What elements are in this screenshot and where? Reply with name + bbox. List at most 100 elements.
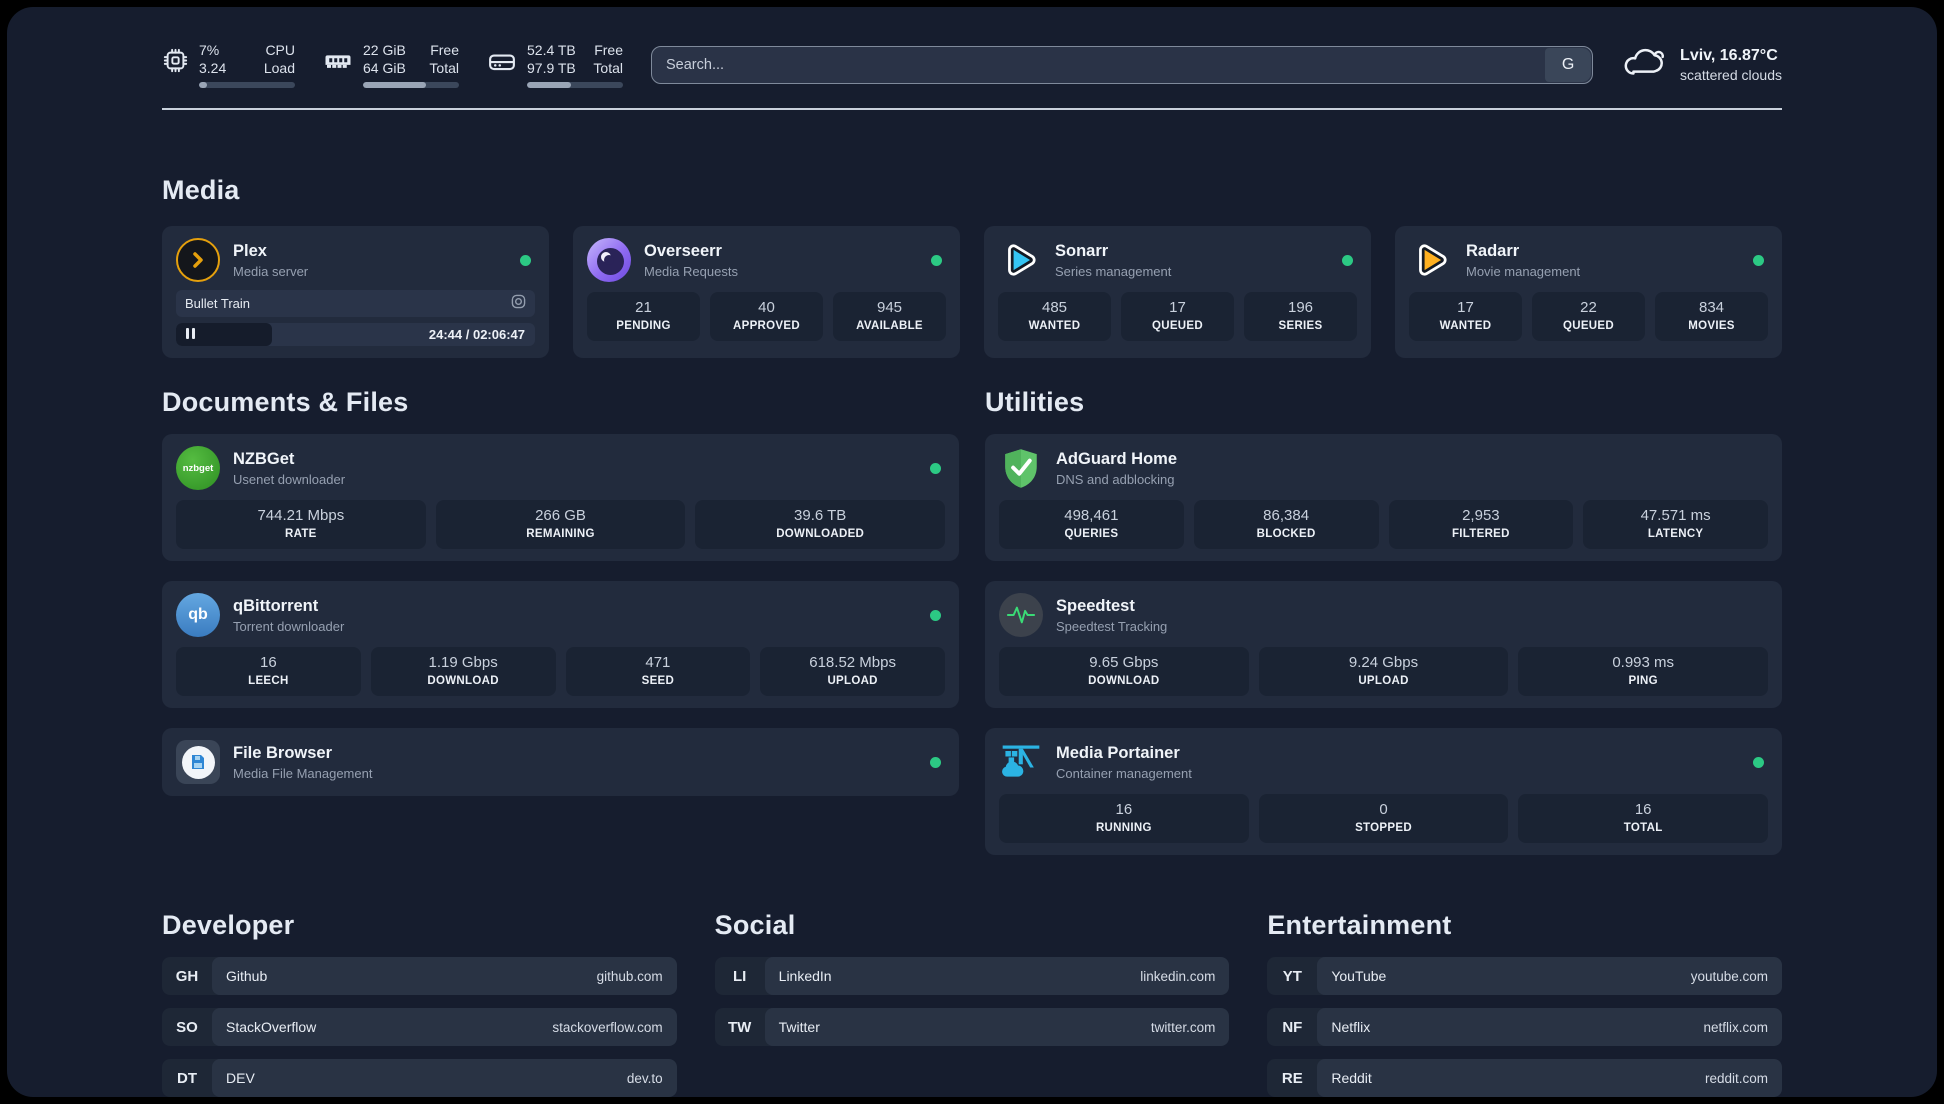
stat-queries: 498,461 QUERIES xyxy=(999,500,1184,549)
link-url: linkedin.com xyxy=(1140,968,1216,984)
header-divider xyxy=(162,108,1782,110)
app-card-speedtest[interactable]: Speedtest Speedtest Tracking 9.65 Gbps D… xyxy=(985,581,1782,708)
stat-latency: 47.571 ms LATENCY xyxy=(1583,500,1768,549)
disk-free-value: 52.4 TB xyxy=(527,42,576,58)
section-title-utilities: Utilities xyxy=(985,387,1085,417)
developer-column: Developer GH Github github.com SO StackO… xyxy=(162,909,677,1097)
section-title-social: Social xyxy=(714,910,796,940)
scattered-clouds-icon xyxy=(1621,45,1667,84)
app-name: qBittorrent xyxy=(233,596,319,615)
link-stackoverflow[interactable]: SO StackOverflow stackoverflow.com xyxy=(162,1008,677,1046)
ram-free-value: 22 GiB xyxy=(363,42,406,58)
stat-leech: 16 LEECH xyxy=(176,647,361,696)
app-card-radarr[interactable]: Radarr Movie management 17 WANTED 22 QUE… xyxy=(1395,226,1782,358)
top-bar: 7% CPU 3.24 Load 22 GiB Free 64 GiB Tota… xyxy=(162,41,1782,88)
portainer-icon xyxy=(999,740,1043,784)
pause-icon xyxy=(186,326,198,344)
status-dot xyxy=(930,756,941,768)
link-name: Github xyxy=(226,968,268,984)
link-reddit[interactable]: RE Reddit reddit.com xyxy=(1267,1059,1782,1097)
stat-approved: 40 APPROVED xyxy=(710,292,823,341)
app-name: Sonarr xyxy=(1055,241,1109,260)
link-name: Reddit xyxy=(1331,1070,1372,1086)
link-youtube[interactable]: YT YouTube youtube.com xyxy=(1267,957,1782,995)
stat-downloaded: 39.6 TB DOWNLOADED xyxy=(695,500,946,549)
disk-progress-bar xyxy=(527,82,623,88)
link-dev[interactable]: DT DEV dev.to xyxy=(162,1059,677,1097)
ram-progress-bar xyxy=(363,82,459,88)
weather-widget: Lviv, 16.87°C scattered clouds xyxy=(1621,45,1782,84)
ram-total-label: Total xyxy=(429,60,459,76)
media-grid: Plex Media server Bullet Train 24:44 / 0… xyxy=(162,226,1782,358)
app-name: AdGuard Home xyxy=(1056,449,1178,468)
ram-total-value: 64 GiB xyxy=(363,60,406,76)
link-url: stackoverflow.com xyxy=(552,1019,663,1035)
stat-blocked: 86,384 BLOCKED xyxy=(1193,500,1379,549)
ram-free-label: Free xyxy=(430,42,459,58)
link-url: youtube.com xyxy=(1690,968,1768,984)
utilities-column: Utilities AdGuard Home DNS and adblockin… xyxy=(985,386,1782,875)
stat-rate: 744.21 Mbps RATE xyxy=(176,500,426,549)
app-card-portainer[interactable]: Media Portainer Container management 16 … xyxy=(985,728,1782,855)
playback-time: 24:44 / 02:06:47 xyxy=(428,327,525,342)
status-dot xyxy=(931,254,942,266)
app-card-nzbget[interactable]: nzbget NZBGet Usenet downloader 744.21 M… xyxy=(162,434,959,561)
app-card-plex[interactable]: Plex Media server Bullet Train 24:44 / 0… xyxy=(162,226,549,358)
link-twitter[interactable]: TW Twitter twitter.com xyxy=(714,1008,1230,1046)
app-card-qbittorrent[interactable]: qb qBittorrent Torrent downloader 16 LEE… xyxy=(162,581,959,708)
stat-running: 16 RUNNING xyxy=(999,794,1249,843)
status-dot xyxy=(930,609,941,621)
status-dot xyxy=(930,462,941,474)
disk-icon xyxy=(487,47,517,77)
app-desc: Speedtest Tracking xyxy=(1056,618,1168,634)
stat-stopped: 0 STOPPED xyxy=(1258,794,1509,843)
qbittorrent-icon: qb xyxy=(176,593,220,637)
app-desc: Media server xyxy=(233,263,309,279)
search-provider-button[interactable]: G xyxy=(1545,47,1592,82)
status-dot xyxy=(1753,756,1764,768)
app-card-sonarr[interactable]: Sonarr Series management 485 WANTED 17 Q… xyxy=(984,226,1371,358)
link-url: twitter.com xyxy=(1150,1019,1216,1035)
now-playing-view-icon[interactable] xyxy=(511,294,526,314)
app-card-adguard[interactable]: AdGuard Home DNS and adblocking 498,461 … xyxy=(985,434,1782,561)
status-dot xyxy=(1342,254,1353,266)
nzbget-icon: nzbget xyxy=(176,446,220,490)
filebrowser-icon xyxy=(176,740,220,784)
app-card-overseerr[interactable]: Overseerr Media Requests 21 PENDING 40 A… xyxy=(573,226,960,358)
plex-now-playing: Bullet Train 24:44 / 02:06:47 xyxy=(176,290,535,346)
app-card-filebrowser[interactable]: File Browser Media File Management xyxy=(162,728,959,796)
app-desc: Media Requests xyxy=(644,263,738,279)
cpu-usage-value: 7% xyxy=(199,42,220,58)
plex-icon xyxy=(176,238,220,282)
link-netflix[interactable]: NF Netflix netflix.com xyxy=(1267,1008,1782,1046)
link-github[interactable]: GH Github github.com xyxy=(162,957,677,995)
app-name: File Browser xyxy=(233,743,333,762)
stat-download: 9.65 Gbps DOWNLOAD xyxy=(999,647,1249,696)
link-name: Twitter xyxy=(778,1019,820,1035)
entertainment-column: Entertainment YT YouTube youtube.com NF … xyxy=(1267,909,1782,1097)
search-input[interactable] xyxy=(651,45,1594,84)
link-name: StackOverflow xyxy=(226,1019,317,1035)
sonarr-icon xyxy=(998,238,1042,282)
radarr-icon xyxy=(1409,238,1453,282)
app-desc: Usenet downloader xyxy=(233,471,346,487)
cpu-load-label: Load xyxy=(263,60,295,76)
link-name: LinkedIn xyxy=(778,968,832,984)
stat-pending: 21 PENDING xyxy=(587,292,700,341)
section-title-documents: Documents & Files xyxy=(162,387,409,417)
link-linkedin[interactable]: LI LinkedIn linkedin.com xyxy=(714,957,1230,995)
documents-column: Documents & Files nzbget NZBGet Usenet d… xyxy=(162,386,959,875)
section-title-media: Media xyxy=(162,175,240,205)
stat-upload: 618.52 Mbps UPLOAD xyxy=(760,647,945,696)
cpu-progress-bar xyxy=(199,82,295,88)
link-url: dev.to xyxy=(626,1070,663,1086)
stat-series: 196 SERIES xyxy=(1244,292,1357,341)
stat-queued: 17 QUEUED xyxy=(1121,292,1234,341)
dashboard-page: 7% CPU 3.24 Load 22 GiB Free 64 GiB Tota… xyxy=(7,7,1937,1097)
link-url: netflix.com xyxy=(1703,1019,1768,1035)
stat-download: 1.19 Gbps DOWNLOAD xyxy=(370,647,556,696)
stat-total: 16 TOTAL xyxy=(1518,794,1769,843)
stat-queued: 22 QUEUED xyxy=(1532,292,1645,341)
disk-total-value: 97.9 TB xyxy=(527,60,576,76)
adguard-icon xyxy=(999,446,1043,490)
